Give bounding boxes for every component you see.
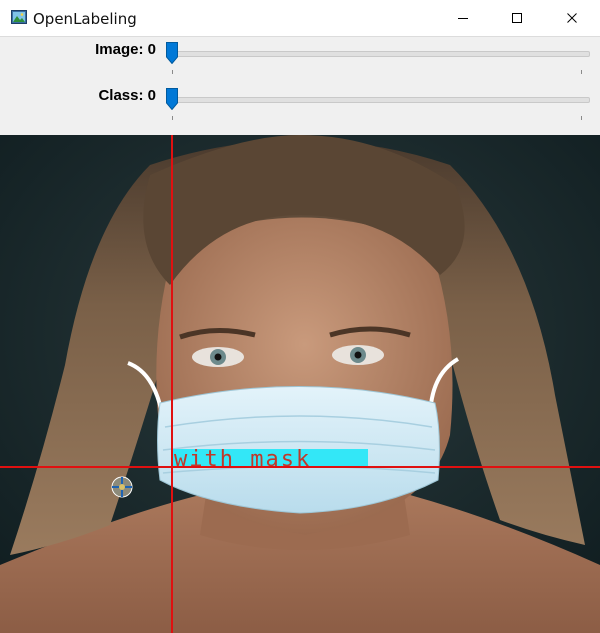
close-button[interactable] bbox=[549, 0, 595, 36]
annotation-label: with mask bbox=[174, 447, 311, 472]
minimize-button[interactable] bbox=[440, 0, 486, 36]
left-eye bbox=[192, 347, 244, 367]
class-trackbar-tick-end bbox=[581, 116, 582, 120]
minimize-icon bbox=[458, 18, 468, 19]
image-app-icon bbox=[11, 10, 27, 24]
image-trackbar-thumb[interactable] bbox=[166, 42, 178, 64]
class-trackbar-tick-start bbox=[172, 116, 173, 120]
right-eye bbox=[332, 345, 384, 365]
image-trackbar-tick-start bbox=[172, 70, 173, 74]
maximize-icon bbox=[512, 13, 522, 23]
trackbar-panel: Image: 0 Class: 0 bbox=[0, 37, 600, 135]
image-trackbar-label: Image: 0 bbox=[95, 41, 156, 58]
class-trackbar-label: Class: 0 bbox=[98, 87, 156, 104]
image-canvas[interactable]: with mask bbox=[0, 135, 600, 633]
title-bar[interactable]: OpenLabeling bbox=[0, 0, 600, 37]
image-trackbar-tick-end bbox=[581, 70, 582, 74]
move-cursor-icon bbox=[111, 476, 133, 498]
window-title: OpenLabeling bbox=[33, 10, 137, 28]
class-trackbar[interactable] bbox=[171, 97, 590, 103]
maximize-button[interactable] bbox=[494, 0, 540, 36]
image-trackbar[interactable] bbox=[171, 51, 590, 57]
class-trackbar-thumb[interactable] bbox=[166, 88, 178, 110]
close-icon bbox=[567, 13, 577, 23]
labeling-image[interactable]: with mask bbox=[0, 135, 600, 633]
